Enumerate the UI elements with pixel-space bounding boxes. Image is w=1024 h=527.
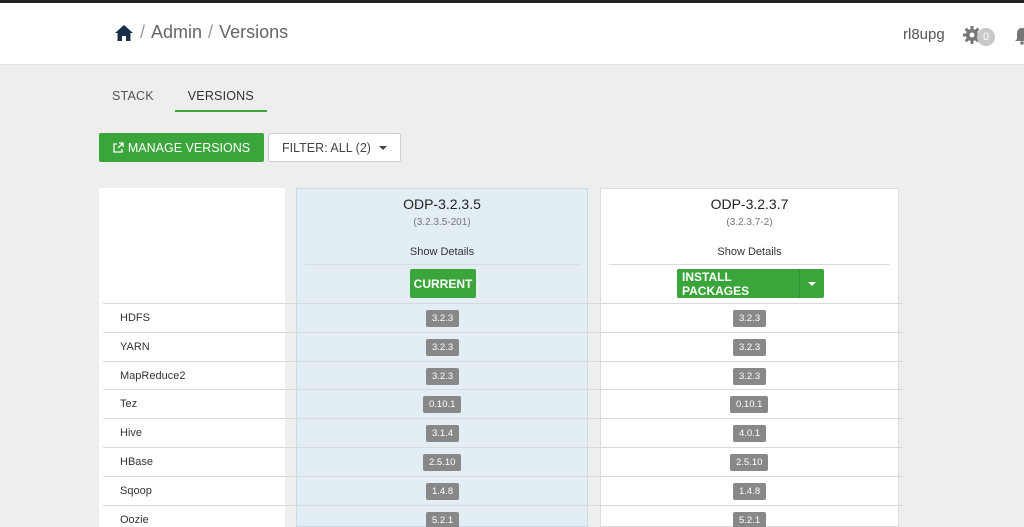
row-divider	[103, 447, 903, 448]
service-name: Sqoop	[120, 485, 152, 497]
service-version-badge: 3.1.4	[426, 425, 460, 442]
version-name: ODP-3.2.3.7	[710, 196, 789, 212]
ops-count-badge: 0	[977, 28, 995, 46]
service-name: HBase	[120, 456, 154, 468]
row-divider	[103, 476, 903, 477]
external-link-icon	[113, 142, 124, 153]
manage-versions-button[interactable]: MANAGE VERSIONS	[99, 133, 264, 162]
breadcrumb: / Admin / Versions	[114, 22, 288, 43]
service-version-badge: 3.2.3	[426, 368, 460, 385]
manage-versions-label: MANAGE VERSIONS	[127, 140, 251, 155]
version-build: (3.2.3.7-2)	[726, 217, 773, 228]
user-menu[interactable]: rl8upg	[903, 26, 945, 43]
breadcrumb-separator: /	[140, 22, 146, 42]
service-name: HDFS	[120, 312, 150, 324]
service-version-badge: 3.2.3	[426, 339, 460, 356]
service-version-badge: 3.2.3	[733, 310, 767, 327]
show-details-link[interactable]: Show Details	[601, 246, 898, 258]
tab-stack[interactable]: STACK	[103, 86, 163, 112]
bell-icon[interactable]	[1014, 27, 1024, 45]
chevron-down-icon	[807, 281, 816, 286]
home-icon[interactable]	[114, 23, 134, 43]
service-name: Tez	[120, 398, 138, 410]
service-version-badge: 5.2.1	[733, 512, 767, 527]
service-version-badge: 2.5.10	[730, 454, 769, 471]
service-version-badge: 0.10.1	[423, 396, 462, 413]
version-name: ODP-3.2.3.5	[403, 196, 481, 212]
version-build: (3.2.3.5-201)	[413, 217, 471, 228]
service-version-badge: 3.2.3	[733, 368, 767, 385]
service-version-badge: 4.0.1	[733, 425, 767, 442]
service-version-badge: 1.4.8	[426, 483, 460, 500]
chevron-down-icon	[378, 145, 387, 150]
filter-label: FILTER: ALL (2)	[282, 140, 371, 155]
service-name: Hive	[120, 427, 143, 439]
install-packages-label: INSTALL PACKAGES	[682, 269, 750, 298]
row-divider	[103, 505, 903, 506]
row-divider	[103, 418, 903, 419]
service-version-badge: 3.2.3	[733, 339, 767, 356]
breadcrumb-admin[interactable]: Admin	[151, 22, 202, 43]
top-header: / Admin / Versions rl8upg 0	[0, 3, 1024, 65]
breadcrumb-versions: Versions	[219, 22, 289, 42]
row-divider	[103, 389, 903, 390]
row-divider	[103, 361, 903, 362]
row-divider	[103, 332, 903, 333]
service-version-badge: 2.5.10	[423, 454, 462, 471]
current-button[interactable]: CURRENT	[410, 269, 476, 298]
divider	[305, 264, 579, 265]
service-name: MapReduce2	[120, 370, 186, 382]
service-version-badge: 0.10.1	[730, 396, 769, 413]
install-options-toggle[interactable]	[799, 269, 823, 298]
install-packages-button[interactable]: INSTALL PACKAGES	[677, 269, 824, 298]
version-tabs: STACK VERSIONS	[103, 86, 279, 112]
row-divider	[103, 303, 903, 304]
divider	[609, 264, 890, 265]
tab-versions[interactable]: VERSIONS	[174, 86, 267, 112]
service-version-badge: 3.2.3	[426, 310, 460, 327]
service-name: YARN	[120, 341, 150, 353]
service-version-badge: 1.4.8	[733, 483, 767, 500]
breadcrumb-separator: /	[208, 22, 214, 42]
show-details-link[interactable]: Show Details	[297, 246, 587, 258]
version-header: ODP-3.2.3.5 (3.2.3.5-201) Show Details C…	[297, 189, 587, 304]
version-header: ODP-3.2.3.7 (3.2.3.7-2) Show Details INS…	[601, 189, 898, 304]
service-version-badge: 5.2.1	[426, 512, 460, 527]
filter-dropdown[interactable]: FILTER: ALL (2)	[268, 133, 401, 162]
service-name: Oozie	[120, 514, 149, 526]
